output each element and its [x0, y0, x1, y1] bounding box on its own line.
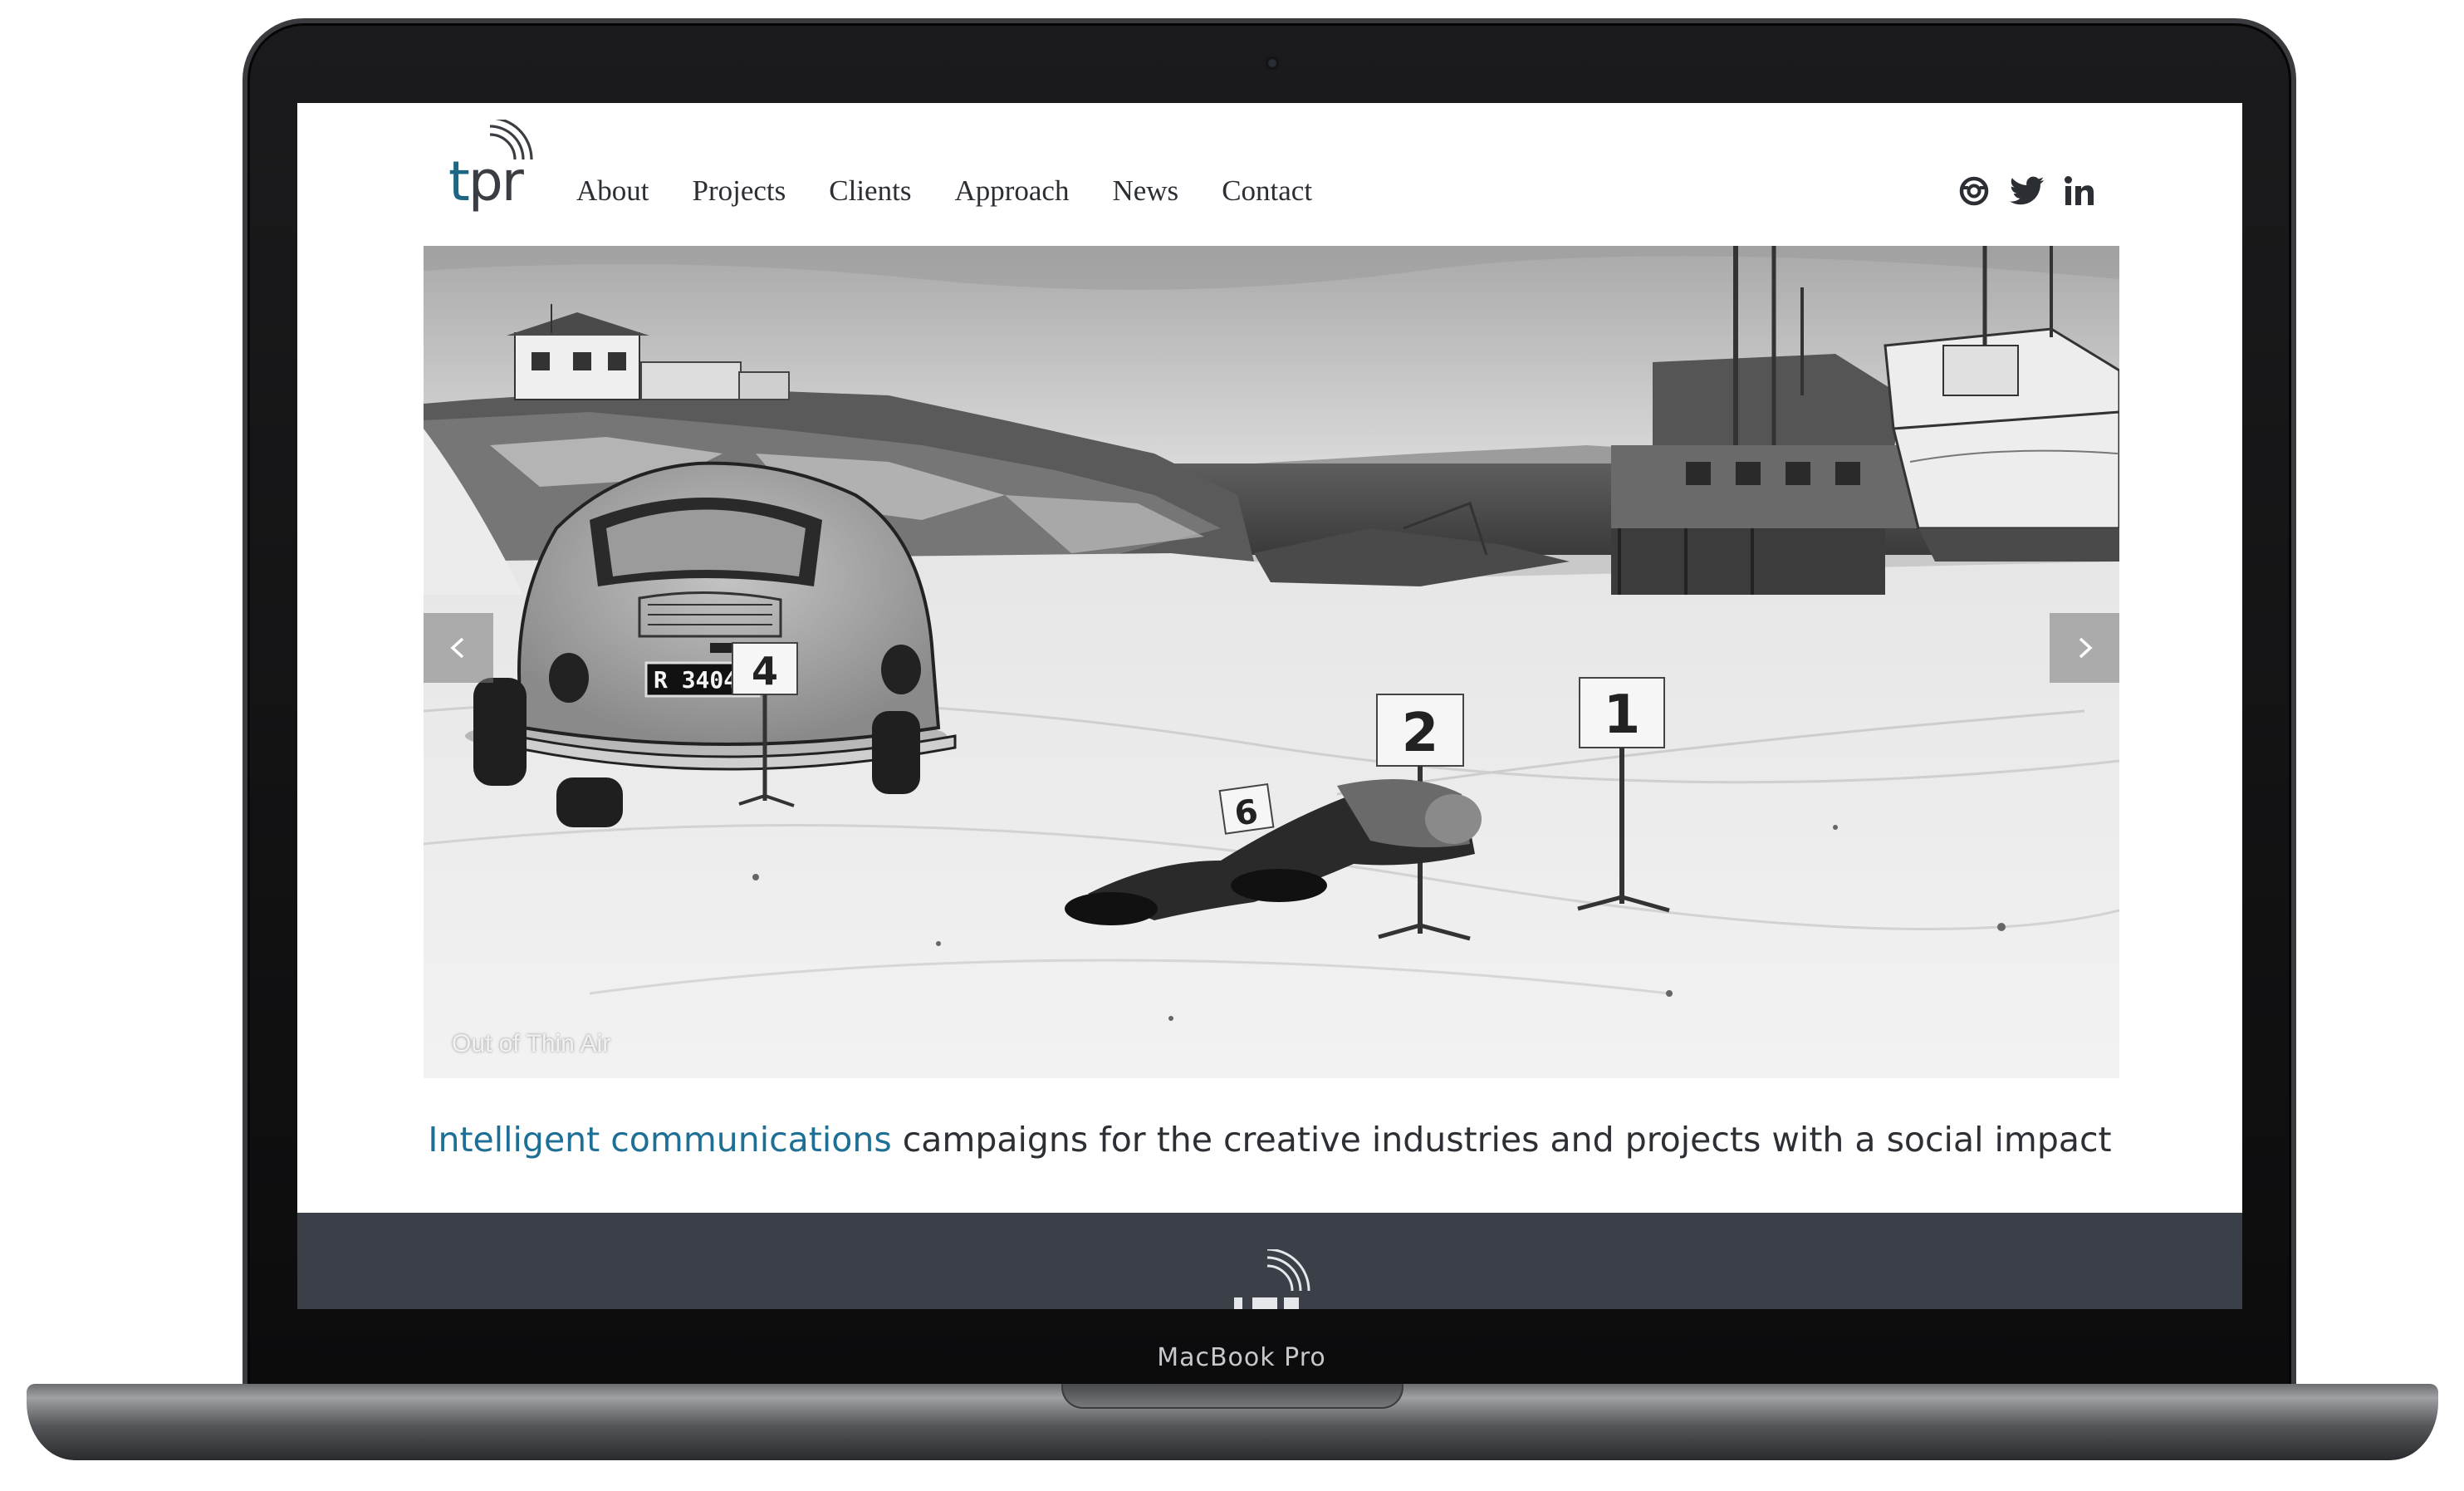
- instagram-icon[interactable]: [1957, 174, 1991, 208]
- chevron-left-icon: [450, 637, 464, 659]
- nav-news[interactable]: News: [1112, 174, 1178, 208]
- footer: [297, 1213, 2242, 1309]
- tagline-rest: campaigns for the creative industries an…: [891, 1120, 2112, 1160]
- nav-approach[interactable]: Approach: [954, 174, 1069, 208]
- tagline: Intelligent communications campaigns for…: [297, 1120, 2242, 1160]
- slide-caption: Out of Thin Air: [452, 1030, 611, 1057]
- marker-1-label: 1: [1604, 684, 1641, 746]
- logo-t: t: [448, 150, 470, 213]
- marker-4-label: 4: [752, 649, 778, 694]
- device-label: MacBook Pro: [1157, 1343, 1326, 1372]
- linkedin-icon[interactable]: [2063, 174, 2098, 208]
- nav-projects[interactable]: Projects: [693, 174, 786, 208]
- nav-clients[interactable]: Clients: [829, 174, 911, 208]
- logo-wordmark: tpr: [448, 154, 524, 209]
- slider-prev-button[interactable]: [424, 613, 493, 683]
- nav-contact[interactable]: Contact: [1222, 174, 1312, 208]
- tagline-accent: Intelligent communications: [428, 1120, 892, 1160]
- hero-slider[interactable]: R 34042 4 2 1 6 Out of Thin Air: [424, 246, 2119, 1078]
- chevron-right-icon: [2079, 637, 2093, 659]
- logo-pr: pr: [468, 150, 524, 213]
- twitter-icon[interactable]: [2010, 174, 2045, 208]
- social-links: [1957, 168, 2098, 214]
- footer-logo: [1229, 1249, 1312, 1309]
- site-logo[interactable]: tpr: [448, 120, 540, 228]
- screen: tpr About Projects Clients Approach News…: [297, 103, 2242, 1309]
- main-nav: About Projects Clients Approach News Con…: [576, 166, 1312, 216]
- camera-icon: [1266, 56, 1279, 70]
- nav-about[interactable]: About: [576, 174, 649, 208]
- hero-photo: R 34042 4 2 1 6: [424, 246, 2119, 1078]
- marker-2-label: 2: [1402, 703, 1439, 764]
- slider-next-button[interactable]: [2050, 613, 2119, 683]
- laptop-notch: [1061, 1384, 1403, 1409]
